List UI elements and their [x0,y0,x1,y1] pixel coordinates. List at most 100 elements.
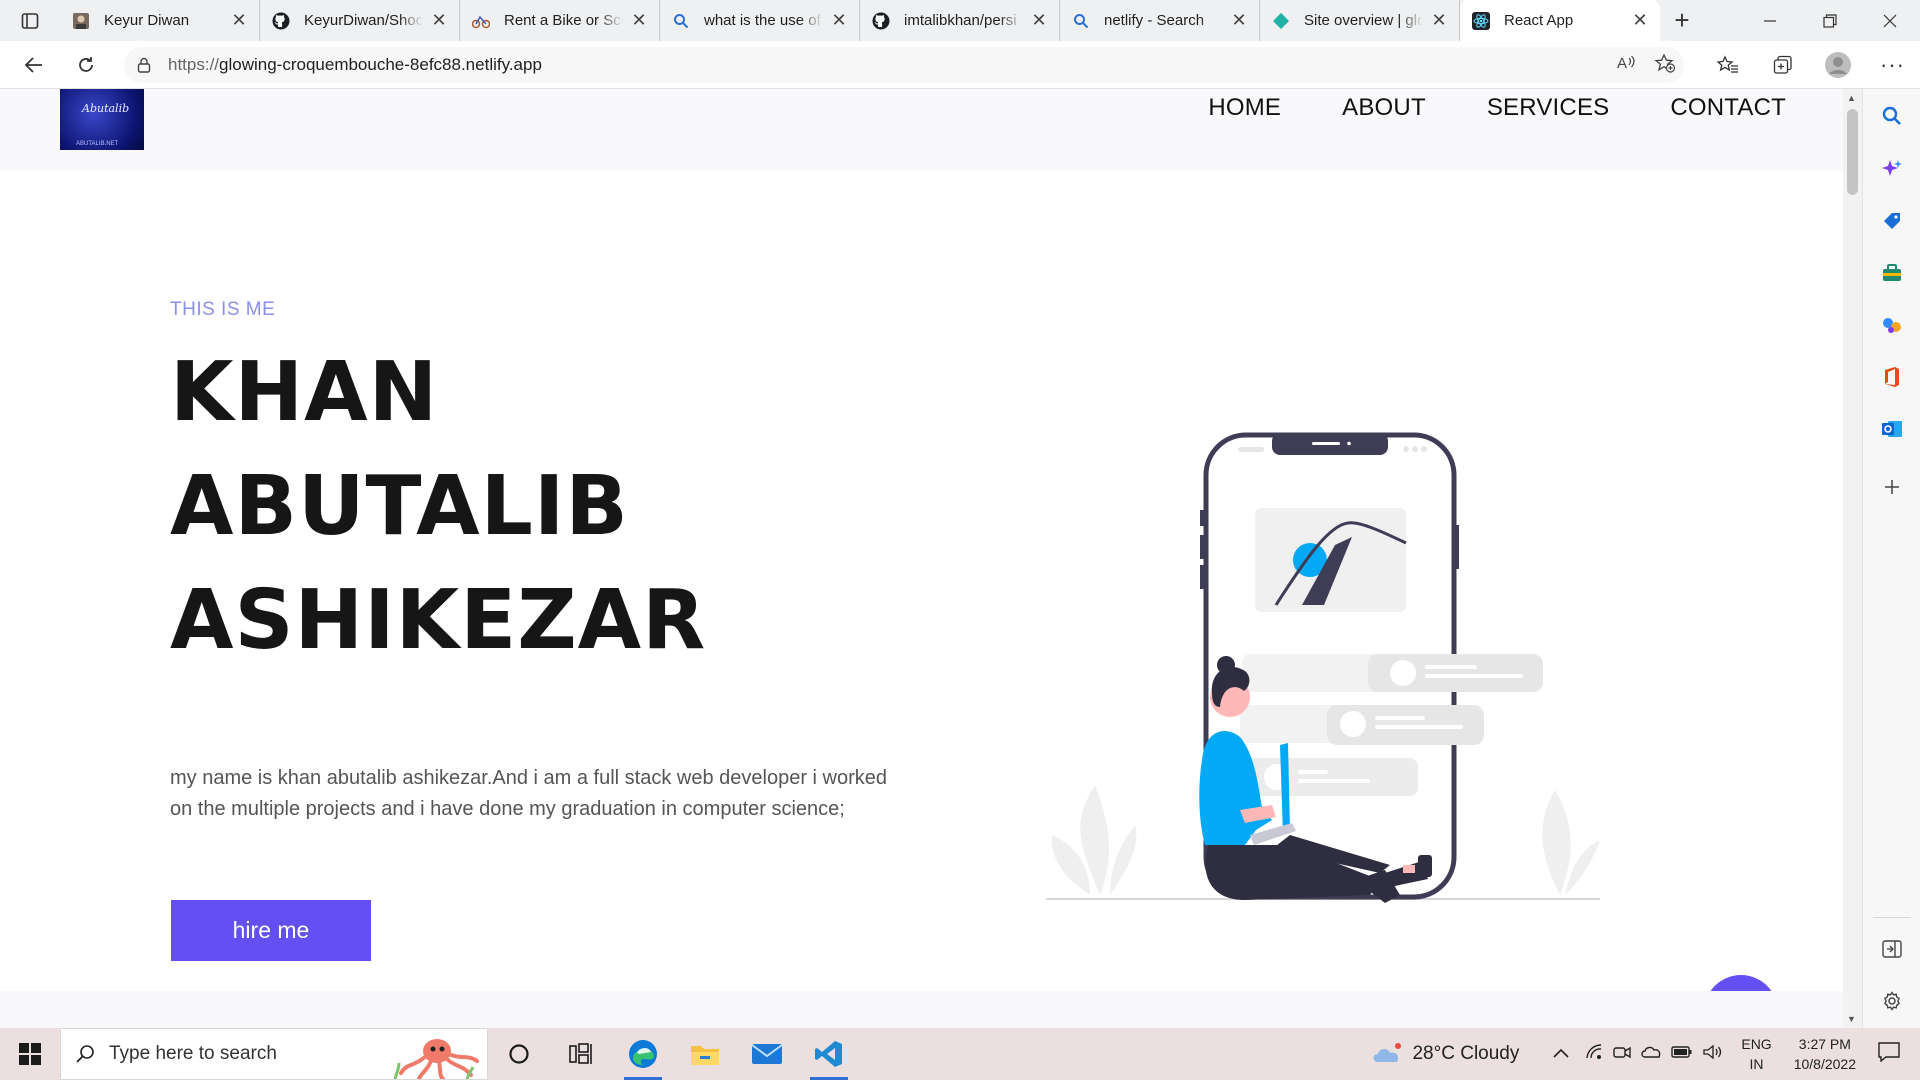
tab-title: what is the use of [704,12,821,29]
sidebar-discover-button[interactable] [1863,149,1920,189]
octopus-search-highlight-icon [393,1039,479,1079]
minimize-icon [1764,19,1776,22]
cortana-button[interactable] [488,1028,550,1080]
wifi-icon[interactable] [1585,1043,1603,1065]
favorites-button[interactable] [1700,41,1755,89]
profile-button[interactable] [1810,41,1865,89]
show-hidden-icons-chevron-icon[interactable] [1553,1045,1569,1063]
browser-toolbar: https://glowing-croquembouche-8efc88.net… [0,41,1920,89]
minimize-button[interactable] [1740,0,1800,41]
input-language-indicator[interactable]: ENG IN [1741,1034,1771,1074]
taskbar-clock[interactable]: 3:27 PM 10/8/2022 [1794,1034,1856,1074]
close-tab-icon[interactable]: ✕ [1029,10,1049,31]
onedrive-icon[interactable] [1641,1045,1661,1064]
sparkle-icon [1882,160,1902,176]
notifications-icon[interactable] [1878,1041,1900,1067]
github-icon [272,12,290,30]
restore-icon [1823,13,1837,28]
new-tab-button[interactable]: + [1660,0,1704,41]
plus-icon: + [1674,5,1690,35]
tab-github-imtalibkhan[interactable]: imtalibkhan/persi ✕ [860,0,1060,41]
tab-react-app[interactable]: React App ✕ [1460,0,1660,41]
taskbar-search-box[interactable]: Type here to search [60,1028,488,1080]
close-tab-icon[interactable]: ✕ [829,10,849,31]
edge-sidebar [1862,89,1920,1028]
tab-netlify-site-overview[interactable]: Site overview | glo ✕ [1260,0,1460,41]
sidebar-hide-button[interactable] [1863,929,1920,969]
close-tab-icon[interactable]: ✕ [229,10,249,31]
hire-me-button[interactable]: hire me [171,900,371,961]
back-arrow-icon [24,56,42,73]
tab-github-keyurdiwan[interactable]: KeyurDiwan/Shoc ✕ [260,0,460,41]
netlify-icon [1272,12,1290,30]
sidebar-divider [1873,917,1911,918]
sidebar-office-button[interactable] [1863,357,1920,397]
nav-home[interactable]: HOME [1208,94,1281,122]
main-nav: HOME ABOUT SERVICES CONTACT [1208,94,1786,122]
folder-icon [691,1046,719,1065]
tab-bing-search-use[interactable]: what is the use of ✕ [660,0,860,41]
meet-now-icon[interactable] [1613,1044,1632,1065]
settings-more-button[interactable]: ··· [1865,41,1920,89]
address-bar[interactable]: https://glowing-croquembouche-8efc88.net… [124,47,1684,83]
profile-avatar-icon [1824,52,1851,78]
region-code: IN [1749,1056,1764,1072]
close-tab-icon[interactable]: ✕ [629,10,649,31]
close-tab-icon[interactable]: ✕ [1229,10,1249,31]
sidebar-outlook-button[interactable] [1863,409,1920,449]
tab-netlify-search[interactable]: netlify - Search ✕ [1060,0,1260,41]
close-window-button[interactable] [1860,0,1920,41]
outlook-icon [1882,421,1902,437]
close-icon [1883,14,1897,27]
sidebar-search-button[interactable] [1863,96,1920,136]
start-button[interactable] [0,1028,60,1080]
back-button[interactable] [8,41,60,89]
volume-icon[interactable] [1703,1044,1723,1065]
tab-keyur-diwan[interactable]: Keyur Diwan ✕ [60,0,260,41]
taskbar-edge-button[interactable] [612,1028,674,1080]
tab-actions-button[interactable] [0,0,60,41]
close-tab-icon[interactable]: ✕ [1630,10,1650,31]
tab-rent-a-bike[interactable]: Rent a Bike or Scc ✕ [460,0,660,41]
task-view-button[interactable] [550,1028,612,1080]
edge-browser-icon [629,1040,657,1068]
collections-button[interactable] [1755,41,1810,89]
battery-icon[interactable] [1671,1045,1693,1064]
site-logo[interactable]: Abutalib ABUTALIB.NET [60,89,144,150]
add-favorite-icon[interactable] [1654,52,1676,78]
url-host: glowing-croquembouche-8efc88.netlify.app [219,55,542,74]
tab-title: KeyurDiwan/Shoc [304,12,423,29]
nav-contact[interactable]: CONTACT [1670,94,1786,122]
react-icon [1472,11,1490,30]
taskbar-file-explorer-button[interactable] [674,1028,736,1080]
mail-icon [751,1044,783,1064]
svg-text:A: A [1617,55,1627,72]
url-text: https://glowing-croquembouche-8efc88.net… [168,55,542,75]
scroll-down-arrow-icon[interactable]: ▼ [1847,1014,1856,1024]
taskbar-mail-button[interactable] [736,1028,798,1080]
close-tab-icon[interactable]: ✕ [1429,10,1449,31]
nav-about[interactable]: ABOUT [1342,94,1426,122]
tab-title: Site overview | glo [1304,12,1423,29]
bing-search-icon [1072,12,1090,30]
logo-subtitle: ABUTALIB.NET [76,141,119,147]
sidebar-settings-button[interactable] [1863,981,1920,1021]
nav-services[interactable]: SERVICES [1487,94,1610,122]
page-scrollbar[interactable]: ▲ ▼ [1843,89,1862,1028]
sidebar-add-button[interactable] [1863,467,1920,507]
restore-button[interactable] [1800,0,1860,41]
sidebar-games-button[interactable] [1863,305,1920,345]
lock-icon[interactable] [124,57,164,73]
scroll-up-arrow-icon[interactable]: ▲ [1847,93,1856,103]
weather-text[interactable]: 28°C Cloudy [1412,1043,1519,1065]
cloudy-weather-icon[interactable] [1370,1042,1404,1066]
close-tab-icon[interactable]: ✕ [429,10,449,31]
read-aloud-icon[interactable]: A [1616,54,1636,77]
tab-actions-icon [21,12,39,29]
next-section-edge [0,991,1843,1028]
taskbar-vscode-button[interactable] [798,1028,860,1080]
scrollbar-thumb[interactable] [1847,109,1858,195]
sidebar-shopping-button[interactable] [1863,201,1920,241]
refresh-button[interactable] [60,41,112,89]
sidebar-tools-button[interactable] [1863,253,1920,293]
